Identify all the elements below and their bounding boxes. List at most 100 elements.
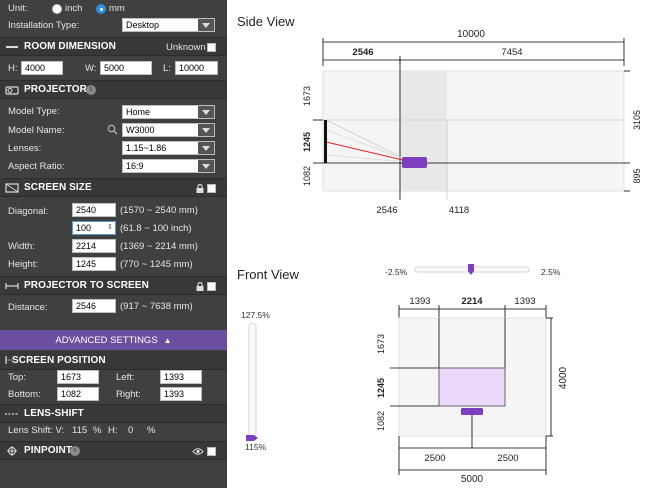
settings-panel: Unit: inch mm Installation Type: Desktop…	[0, 0, 227, 488]
side-right-bottom-label: 895	[632, 168, 642, 183]
diagonal-label: Diagonal:	[8, 206, 49, 217]
model-type-label: Model Type:	[8, 106, 60, 117]
lens-shift-h-value: 0	[128, 425, 134, 436]
vshift-bottom-label: 115%	[245, 442, 267, 452]
side-view: 10000 2546 7454 1673 1245 1082 3105 895 …	[302, 29, 642, 216]
hshift-max-label: 2.5%	[541, 267, 561, 277]
room-w-label: W:	[85, 63, 97, 74]
projector-icon	[5, 85, 19, 95]
model-name-value: W3000	[126, 125, 155, 135]
diagonal-inch-range: (61.8 ~ 100 inch)	[120, 223, 192, 234]
aspect-ratio-label: Aspect Ratio:	[8, 161, 65, 172]
front-half-right-label: 2500	[497, 453, 518, 464]
diagonal-inch-value: 100	[76, 223, 92, 233]
side-right-seg-label: 7454	[501, 47, 522, 58]
room-h-label: H:	[8, 63, 18, 74]
lens-shift-title: LENS-SHIFT	[24, 408, 84, 419]
position-right-input[interactable]: 1393	[160, 387, 202, 401]
side-throw-range	[400, 71, 447, 191]
screen-position-header: SCREEN POSITION	[0, 351, 227, 370]
eye-icon[interactable]	[192, 447, 204, 456]
advanced-settings-label: ADVANCED SETTINGS	[55, 334, 158, 346]
lens-shift-v-label: Lens Shift: V:	[8, 425, 65, 436]
position-left-input[interactable]: 1393	[160, 370, 202, 384]
front-height-label: 4000	[558, 366, 569, 389]
installation-type-select[interactable]: Desktop	[122, 18, 215, 32]
chevron-down-icon	[198, 124, 214, 136]
vshift-top-label: 127.5%	[241, 310, 270, 320]
unit-label: Unit:	[8, 3, 28, 14]
lenses-value: 1.15~1.86	[126, 143, 167, 153]
front-screen	[438, 367, 506, 407]
screen-width-range: (1369 ~ 2214 mm)	[120, 241, 198, 252]
right-label: Right:	[116, 389, 141, 400]
front-projector[interactable]	[461, 408, 483, 415]
side-x2-label: 4118	[449, 205, 469, 216]
diagonal-inch-stepper[interactable]: 100 ⇕	[72, 221, 116, 235]
unit-inch-radio[interactable]	[52, 4, 62, 14]
projector-title: PROJECTOR	[24, 84, 87, 95]
stepper-arrows-icon[interactable]: ⇕	[107, 222, 113, 234]
lens-shift-icon	[5, 412, 19, 415]
projector-info-icon[interactable]: i	[86, 85, 96, 95]
screen-width-input[interactable]: 2214	[72, 239, 116, 253]
side-projector[interactable]	[402, 157, 427, 168]
vshift-slider-track[interactable]	[248, 322, 257, 439]
front-width-label: 2214	[461, 296, 483, 307]
lock-icon	[196, 184, 204, 193]
width-label: Width:	[8, 241, 35, 252]
projector-to-screen-header: PROJECTOR TO SCREEN	[0, 276, 227, 295]
model-type-select[interactable]: Home	[122, 105, 215, 119]
aspect-ratio-select[interactable]: 16:9	[122, 159, 215, 173]
front-total-label: 5000	[461, 474, 484, 485]
lens-shift-v-percent: %	[93, 425, 102, 436]
diagonal-mm-input[interactable]: 2540	[72, 203, 116, 217]
distance-lock-checkbox[interactable]	[207, 282, 216, 291]
screen-size-header: SCREEN SIZE	[0, 178, 227, 197]
top-label: Top:	[8, 372, 26, 383]
screen-height-range: (770 ~ 1245 mm)	[120, 259, 193, 270]
unit-mm-label: mm	[109, 3, 125, 14]
side-right-top-label: 3105	[632, 110, 642, 130]
model-name-select[interactable]: W3000	[122, 123, 215, 137]
unit-mm-radio[interactable]	[96, 4, 106, 14]
diagonal-mm-range: (1570 ~ 2540 mm)	[120, 205, 198, 216]
front-screen-h-label: 1245	[376, 378, 386, 398]
room-width-input[interactable]: 5000	[100, 61, 152, 75]
front-half-left-label: 2500	[424, 453, 445, 464]
pinpoint-info-icon[interactable]: i	[70, 446, 80, 456]
screen-height-input[interactable]: 1245	[72, 257, 116, 271]
room-length-input[interactable]: 10000	[175, 61, 218, 75]
front-bottom-label: 1082	[376, 411, 386, 431]
advanced-settings-toggle[interactable]: ADVANCED SETTINGS ▲	[0, 330, 227, 350]
hshift-slider-handle[interactable]	[468, 264, 474, 275]
lock-icon	[196, 282, 204, 291]
distance-input[interactable]: 2546	[72, 299, 116, 313]
chevron-down-icon	[198, 142, 214, 154]
screen-size-lock-checkbox[interactable]	[207, 184, 216, 193]
front-right-label: 1393	[514, 296, 535, 307]
room-dimension-title: ROOM DIMENSION	[24, 41, 116, 52]
side-x1-label: 2546	[376, 205, 397, 216]
lenses-select[interactable]: 1.15~1.86	[122, 141, 215, 155]
front-top-label: 1673	[376, 334, 386, 354]
crosshair-icon	[7, 445, 17, 456]
unit-inch-label: inch	[65, 3, 83, 14]
room-l-label: L:	[163, 63, 171, 74]
unknown-checkbox[interactable]	[207, 43, 216, 52]
search-icon[interactable]	[107, 124, 118, 135]
distance-icon	[5, 282, 19, 289]
projector-to-screen-title: PROJECTOR TO SCREEN	[24, 280, 149, 291]
side-left-seg-label: 2546	[352, 47, 373, 58]
position-bottom-input[interactable]: 1082	[57, 387, 99, 401]
lens-shift-h-percent: %	[147, 425, 156, 436]
lens-shift-h-label: H:	[108, 425, 118, 436]
distance-range: (917 ~ 7638 mm)	[120, 301, 193, 312]
hshift-min-label: -2.5%	[385, 267, 408, 277]
room-height-input[interactable]: 4000	[21, 61, 63, 75]
pinpoint-checkbox[interactable]	[207, 447, 216, 456]
position-top-input[interactable]: 1673	[57, 370, 99, 384]
screen-icon	[5, 182, 19, 193]
side-screen	[324, 120, 327, 163]
ruler-icon	[6, 45, 18, 48]
